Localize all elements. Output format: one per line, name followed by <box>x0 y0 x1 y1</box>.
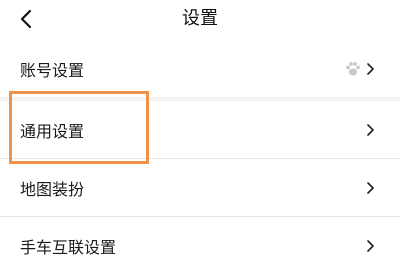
settings-item-label: 地图装扮 <box>20 179 85 199</box>
settings-item-label: 账号设置 <box>20 60 85 80</box>
settings-item-label: 通用设置 <box>20 121 85 141</box>
settings-item-car-connect[interactable]: 手车互联设置 <box>0 216 400 274</box>
settings-list: 账号设置 通用设置 地图装扮 手车互联设置 <box>0 40 400 274</box>
navigation-bar: 设置 <box>0 0 400 40</box>
chevron-right-icon <box>367 181 374 194</box>
settings-item-label: 手车互联设置 <box>20 237 117 257</box>
paw-icon <box>346 61 360 76</box>
chevron-right-icon <box>367 62 374 75</box>
settings-item-map-theme[interactable]: 地图装扮 <box>0 158 400 216</box>
settings-item-account[interactable]: 账号设置 <box>0 40 400 97</box>
chevron-right-icon <box>367 123 374 136</box>
page-title: 设置 <box>182 8 218 29</box>
settings-item-general[interactable]: 通用设置 <box>0 101 400 158</box>
chevron-right-icon <box>367 239 374 252</box>
